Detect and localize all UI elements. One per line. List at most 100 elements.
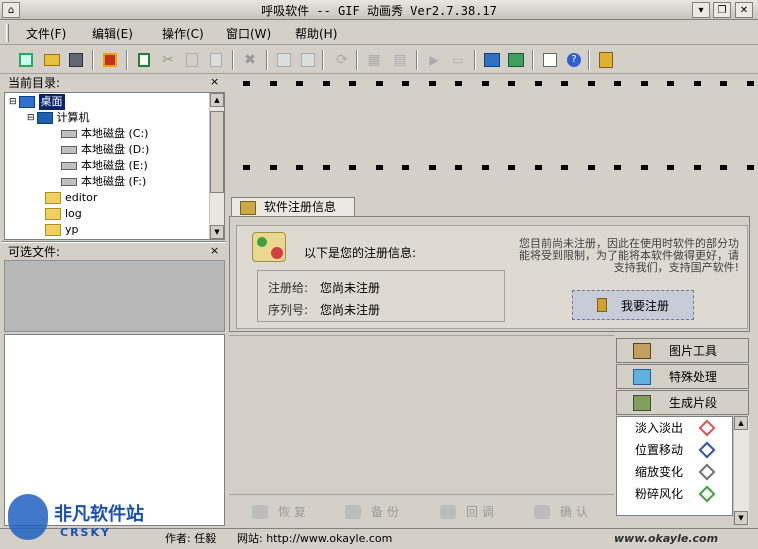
watermark-text: 非凡软件站 xyxy=(54,504,144,525)
film-icon[interactable] xyxy=(100,50,120,70)
close-button[interactable]: ✕ xyxy=(735,2,753,18)
film-hole xyxy=(243,81,250,86)
effect-zoom[interactable]: 缩放变化 xyxy=(635,461,683,483)
callback-action-button[interactable]: 回 调 xyxy=(440,503,494,520)
register-icon xyxy=(596,298,607,312)
status-author: 作者: 任毅 xyxy=(165,532,217,545)
menu-operation[interactable]: 操作(C) xyxy=(162,25,204,42)
paste-icon[interactable] xyxy=(206,50,226,70)
drive-icon xyxy=(61,178,77,186)
folder-tree[interactable]: ⊟ 桌面 ⊟ 计算机 本地磁盘 (C:) 本地磁盘 (D:) 本地磁盘 (E:)… xyxy=(4,92,225,240)
drive-icon xyxy=(61,162,77,170)
tree-item-label: editor xyxy=(65,191,98,204)
frame-prev-icon[interactable] xyxy=(274,50,294,70)
frame-next-icon[interactable] xyxy=(298,50,318,70)
menu-edit[interactable]: 编辑(E) xyxy=(92,25,133,42)
tab-generate-clip[interactable]: 生成片段 xyxy=(616,390,749,415)
tree-item-log[interactable]: log xyxy=(45,206,82,222)
play-icon[interactable]: ▶ xyxy=(424,50,444,70)
serial-label: 序列号: xyxy=(268,303,309,317)
film-hole xyxy=(349,165,356,170)
scroll-down-icon[interactable]: ▼ xyxy=(734,511,748,525)
copy-icon[interactable] xyxy=(182,50,202,70)
film-hole xyxy=(640,165,648,170)
properties-icon[interactable] xyxy=(540,50,560,70)
film-hole xyxy=(693,165,701,170)
film-hole xyxy=(720,81,727,86)
effects-list[interactable]: 淡入淡出 位置移动 缩放变化 粉碎风化 xyxy=(616,416,733,516)
tree-item-drive-e[interactable]: 本地磁盘 (E:) xyxy=(61,158,148,174)
stop-icon[interactable]: ▭ xyxy=(448,50,468,70)
effect-fade[interactable]: 淡入淡出 xyxy=(635,417,683,439)
effect-move[interactable]: 位置移动 xyxy=(635,439,683,461)
toolbar: ✂ ✖ ⟳ ▦ ▤ ▶ ▭ ? xyxy=(0,46,758,74)
film-hole xyxy=(428,81,436,86)
film-hole xyxy=(428,165,436,170)
registered-to-value: 您尚未注册 xyxy=(320,281,381,295)
menu-help[interactable]: 帮助(H) xyxy=(295,25,337,42)
tree-item-computer[interactable]: ⊟ 计算机 xyxy=(27,110,90,126)
layout-icon[interactable]: ▤ xyxy=(390,50,410,70)
open-folder-icon[interactable] xyxy=(42,50,62,70)
menu-file[interactable]: 文件(F) xyxy=(26,25,66,42)
rotate-icon[interactable]: ⟳ xyxy=(332,50,352,70)
effects-scrollbar[interactable]: ▲ ▼ xyxy=(733,416,749,525)
file-preview-area[interactable] xyxy=(4,260,225,332)
preview-icon[interactable] xyxy=(482,50,502,70)
backup-action-button[interactable]: 备 份 xyxy=(345,503,399,520)
film-hole xyxy=(534,81,542,86)
scroll-up-icon[interactable]: ▲ xyxy=(210,93,224,107)
brush-icon xyxy=(633,342,651,359)
window-title: 呼吸软件 -- GIF 动画秀 Ver2.7.38.17 xyxy=(261,4,497,18)
confirm-action-button[interactable]: 确 认 xyxy=(534,503,588,520)
scroll-thumb[interactable] xyxy=(210,111,224,193)
close-icon[interactable]: × xyxy=(210,75,219,88)
tree-item-drive-d[interactable]: 本地磁盘 (D:) xyxy=(61,142,149,158)
film-hole xyxy=(746,165,754,170)
scroll-down-icon[interactable]: ▼ xyxy=(210,225,224,239)
film-hole xyxy=(402,165,409,170)
close-icon[interactable]: × xyxy=(210,244,219,257)
restore-button[interactable]: ❐ xyxy=(713,2,731,18)
help-icon[interactable]: ? xyxy=(564,50,584,70)
register-button[interactable]: 我要注册 xyxy=(572,290,694,320)
tree-item-desktop[interactable]: ⊟ 桌面 xyxy=(9,94,65,110)
tab-special-processing[interactable]: 特殊处理 xyxy=(616,364,749,389)
cut-icon[interactable]: ✂ xyxy=(158,50,178,70)
scroll-up-icon[interactable]: ▲ xyxy=(734,416,748,430)
exit-icon[interactable] xyxy=(596,50,616,70)
collapse-icon[interactable]: ⊟ xyxy=(9,94,17,110)
film-hole xyxy=(587,165,595,170)
move-effect-icon xyxy=(698,441,716,459)
watermark-sub: CRSKY xyxy=(60,526,111,539)
copy-frame-icon[interactable] xyxy=(134,50,154,70)
delete-icon[interactable]: ✖ xyxy=(240,50,260,70)
tree-item-drive-f[interactable]: 本地磁盘 (F:) xyxy=(61,174,146,190)
folder-icon xyxy=(45,208,61,220)
tab-image-tools[interactable]: 图片工具 xyxy=(616,338,749,363)
registered-to-label: 注册给: xyxy=(268,281,309,295)
tree-scrollbar[interactable]: ▲ ▼ xyxy=(209,93,224,239)
effect-shatter[interactable]: 粉碎风化 xyxy=(635,483,683,505)
tree-item-label: yp xyxy=(65,223,79,236)
drive-icon xyxy=(61,130,77,138)
registration-heading: 以下是您的注册信息: xyxy=(304,246,417,260)
grid-icon[interactable]: ▦ xyxy=(364,50,384,70)
export-icon[interactable] xyxy=(506,50,526,70)
status-site-right: www.okayle.com xyxy=(614,532,719,545)
tree-item-editor[interactable]: editor xyxy=(45,190,97,206)
film-hole xyxy=(269,81,277,86)
register-icon xyxy=(240,201,256,215)
film-hole xyxy=(534,165,542,170)
minimize-button[interactable]: ▾ xyxy=(692,2,710,18)
tree-item-yp[interactable]: yp xyxy=(45,222,79,238)
tree-item-drive-c[interactable]: 本地磁盘 (C:) xyxy=(61,126,148,142)
save-icon[interactable] xyxy=(66,50,86,70)
collapse-icon[interactable]: ⊟ xyxy=(27,110,35,126)
tab-registration-info[interactable]: 软件注册信息 xyxy=(231,197,355,217)
certificate-icon xyxy=(252,232,286,262)
menu-window[interactable]: 窗口(W) xyxy=(226,25,271,42)
new-icon[interactable] xyxy=(16,50,36,70)
restore-action-button[interactable]: 恢 复 xyxy=(252,503,306,520)
film-strip[interactable] xyxy=(229,74,758,196)
